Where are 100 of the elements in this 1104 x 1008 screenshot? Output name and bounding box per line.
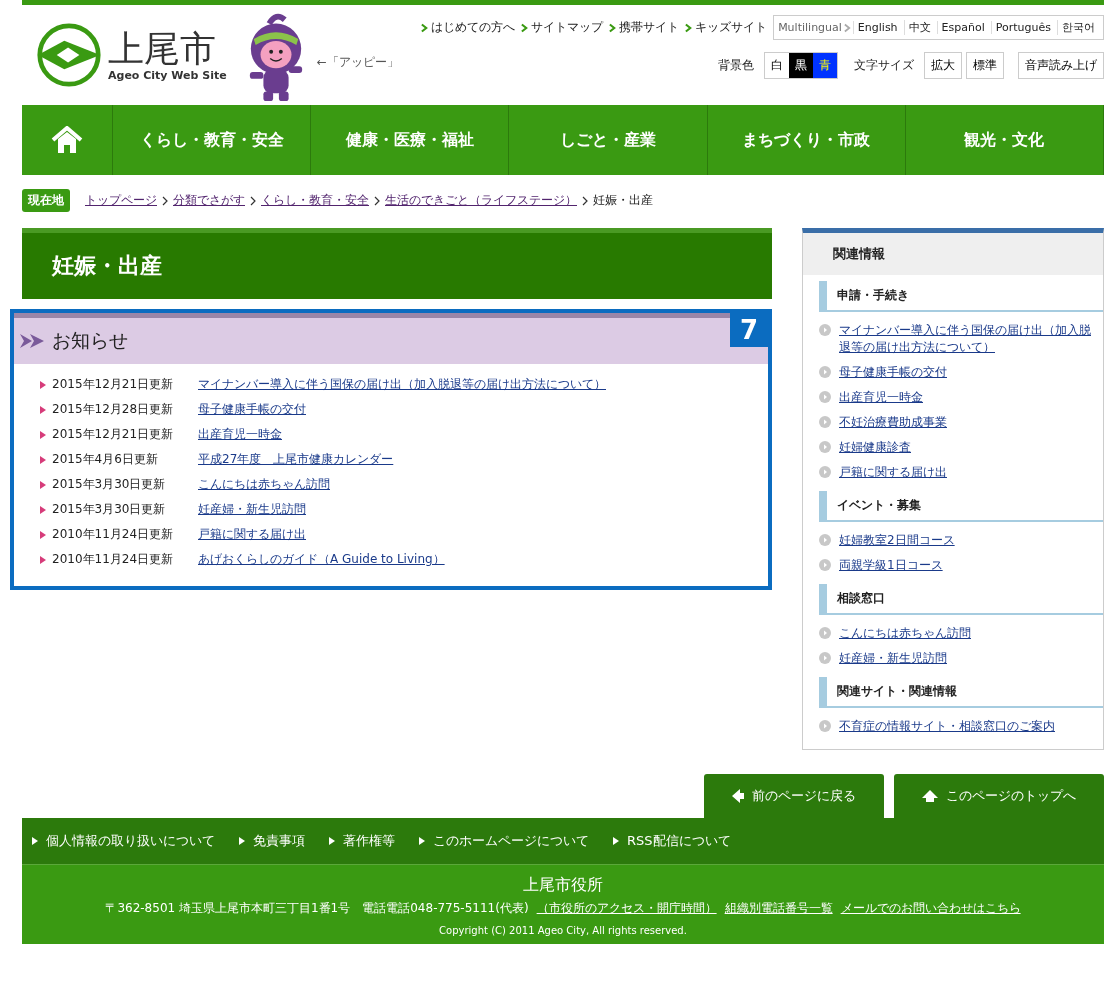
chevron-icon bbox=[250, 195, 256, 206]
update-date: 2010年11月24日更新 bbox=[52, 551, 175, 568]
notice-link[interactable]: マイナンバー導入に伴う国保の届け出（加入脱退等の届け出方法について） bbox=[198, 376, 606, 393]
triangle-bullet-icon bbox=[40, 530, 46, 539]
site-logo-text[interactable]: 上尾市 bbox=[108, 28, 227, 69]
chevron-icon bbox=[162, 195, 168, 206]
related-link[interactable]: 母子健康手帳の交付 bbox=[839, 364, 947, 381]
update-date: 2010年11月24日更新 bbox=[52, 526, 175, 543]
back-button[interactable]: 前のページに戻る bbox=[704, 774, 884, 818]
nav-tab[interactable]: くらし・教育・安全 bbox=[113, 105, 312, 175]
breadcrumb-link[interactable]: 分類でさがす bbox=[173, 192, 245, 209]
chevron-icon bbox=[421, 22, 429, 33]
background-color-button[interactable]: 黒 bbox=[789, 53, 813, 78]
multilingual-label: Multilingual bbox=[778, 21, 842, 34]
notice-link[interactable]: 戸籍に関する届け出 bbox=[198, 526, 306, 543]
text-size-button[interactable]: 拡大 bbox=[924, 52, 962, 79]
chevron-icon bbox=[609, 22, 617, 33]
current-location-badge: 現在地 bbox=[22, 189, 70, 212]
notice-link[interactable]: 出産育児一時金 bbox=[198, 426, 282, 443]
update-date: 2015年12月21日更新 bbox=[52, 426, 175, 443]
section-heading: 関連サイト・関連情報 bbox=[819, 677, 1103, 708]
chevron-icon bbox=[582, 195, 588, 206]
nav-tab[interactable]: 健康・医療・福祉 bbox=[311, 105, 510, 175]
triangle-bullet-icon bbox=[32, 837, 38, 845]
office-address: 〒362-8501 埼玉県上尾市本町三丁目1番1号 電話電話048-775-5111(代表) bbox=[105, 900, 529, 917]
notice-link[interactable]: こんにちは赤ちゃん訪問 bbox=[198, 476, 330, 493]
background-color-label: 背景色 bbox=[718, 57, 754, 74]
footer-link[interactable]: このホームページについて bbox=[419, 832, 589, 850]
notice-title: お知らせ bbox=[52, 328, 128, 353]
footer-address-link[interactable]: 組織別電話番号一覧 bbox=[724, 900, 833, 917]
number-badge: 7 bbox=[729, 313, 768, 347]
copyright: Copyright (C) 2011 Ageo City, All rights reserved. bbox=[438, 925, 688, 936]
up-arrow-icon bbox=[922, 790, 938, 802]
breadcrumb-current: 妊娠・出産 bbox=[593, 192, 653, 209]
footer-address-link[interactable]: メールでのお問い合わせはこちら bbox=[840, 900, 1021, 917]
related-link[interactable]: マイナンバー導入に伴う国保の届け出（加入脱退等の届け出方法について） bbox=[839, 322, 1095, 356]
triangle-bullet-icon bbox=[613, 837, 619, 845]
update-date: 2015年3月30日更新 bbox=[52, 476, 167, 493]
footer-address-link[interactable]: （市役所のアクセス・開庁時間） bbox=[536, 900, 717, 917]
breadcrumb-link[interactable]: トップページ bbox=[85, 192, 157, 209]
language-link[interactable]: 한국어 bbox=[1057, 20, 1099, 35]
triangle-bullet-icon bbox=[419, 837, 425, 845]
related-link[interactable]: 戸籍に関する届け出 bbox=[839, 464, 947, 481]
update-date: 2015年12月21日更新 bbox=[52, 376, 175, 393]
footer-link[interactable]: 個人情報の取り扱いについて bbox=[32, 832, 215, 850]
related-link[interactable]: 両親学級1日コース bbox=[839, 557, 943, 574]
page-top-button[interactable]: このページのトップへ bbox=[894, 774, 1104, 818]
city-logo-icon bbox=[36, 22, 102, 88]
notice-link[interactable]: 妊産婦・新生児訪問 bbox=[198, 501, 306, 518]
triangle-bullet-icon bbox=[40, 405, 46, 414]
update-date: 2015年3月30日更新 bbox=[52, 501, 167, 518]
section-heading: 相談窓口 bbox=[819, 584, 1103, 615]
notice-link[interactable]: あげおくらしのガイド（A Guide to Living） bbox=[198, 551, 445, 568]
related-link[interactable]: 不育症の情報サイト・相談窓口のご案内 bbox=[839, 718, 1055, 735]
home-icon bbox=[51, 126, 83, 154]
text-size-label: 文字サイズ bbox=[854, 57, 914, 74]
related-link[interactable]: 妊産婦・新生児訪問 bbox=[839, 650, 947, 667]
read-aloud-button[interactable]: 音声読み上げ bbox=[1018, 52, 1104, 79]
section-heading: イベント・募集 bbox=[819, 491, 1103, 522]
triangle-bullet-icon bbox=[329, 837, 335, 845]
triangle-bullet-icon bbox=[40, 480, 46, 489]
breadcrumb-link[interactable]: 生活のできごと（ライフステージ） bbox=[385, 192, 577, 209]
mascot-caption: ←「アッピー」 bbox=[316, 53, 399, 71]
triangle-bullet-icon bbox=[40, 505, 46, 514]
footer-link[interactable]: RSS配信について bbox=[613, 832, 731, 850]
chevron-icon bbox=[843, 22, 851, 33]
notice-link[interactable]: 母子健康手帳の交付 bbox=[198, 401, 306, 418]
related-link[interactable]: 出産育児一時金 bbox=[839, 389, 923, 406]
nav-tab[interactable]: まちづくり・市政 bbox=[707, 105, 906, 175]
breadcrumb-link[interactable]: くらし・教育・安全 bbox=[261, 192, 369, 209]
related-link[interactable]: こんにちは赤ちゃん訪問 bbox=[839, 625, 971, 642]
left-arrow-icon bbox=[732, 789, 744, 803]
nav-tab[interactable]: しごと・産業 bbox=[509, 105, 708, 175]
related-link[interactable]: 妊婦健康診査 bbox=[839, 439, 911, 456]
text-size-button[interactable]: 標準 bbox=[966, 52, 1004, 79]
chevron-icon bbox=[685, 22, 693, 33]
chevron-icon bbox=[521, 22, 529, 33]
background-color-button[interactable]: 青 bbox=[813, 53, 837, 78]
related-link[interactable]: 不妊治療費助成事業 bbox=[839, 414, 947, 431]
language-link[interactable]: Español bbox=[936, 21, 989, 34]
related-link[interactable]: 妊婦教室2日間コース bbox=[839, 532, 955, 549]
site-subtitle: Ageo City Web Site bbox=[108, 68, 227, 82]
language-link[interactable]: 中文 bbox=[903, 20, 935, 35]
update-date: 2015年12月28日更新 bbox=[52, 401, 175, 418]
language-link[interactable]: Português bbox=[990, 21, 1055, 34]
triangle-bullet-icon bbox=[40, 430, 46, 439]
sidebar-title: 関連情報 bbox=[803, 233, 1103, 275]
footer-link[interactable]: 免責事項 bbox=[239, 832, 305, 850]
triangle-bullet-icon bbox=[239, 837, 245, 845]
language-link[interactable]: English bbox=[852, 21, 902, 34]
chevron-icon bbox=[374, 195, 380, 206]
triangle-bullet-icon bbox=[40, 555, 46, 564]
page-title: 妊娠・出産 bbox=[22, 228, 772, 299]
notice-link[interactable]: 平成27年度 上尾市健康カレンダー bbox=[198, 451, 394, 468]
section-heading: 申請・手続き bbox=[819, 281, 1103, 312]
footer-link[interactable]: 著作権等 bbox=[329, 832, 395, 850]
nav-tab[interactable]: 観光・文化 bbox=[905, 105, 1104, 175]
double-chevron-icon bbox=[20, 334, 46, 348]
triangle-bullet-icon bbox=[40, 380, 46, 389]
triangle-bullet-icon bbox=[40, 455, 46, 464]
